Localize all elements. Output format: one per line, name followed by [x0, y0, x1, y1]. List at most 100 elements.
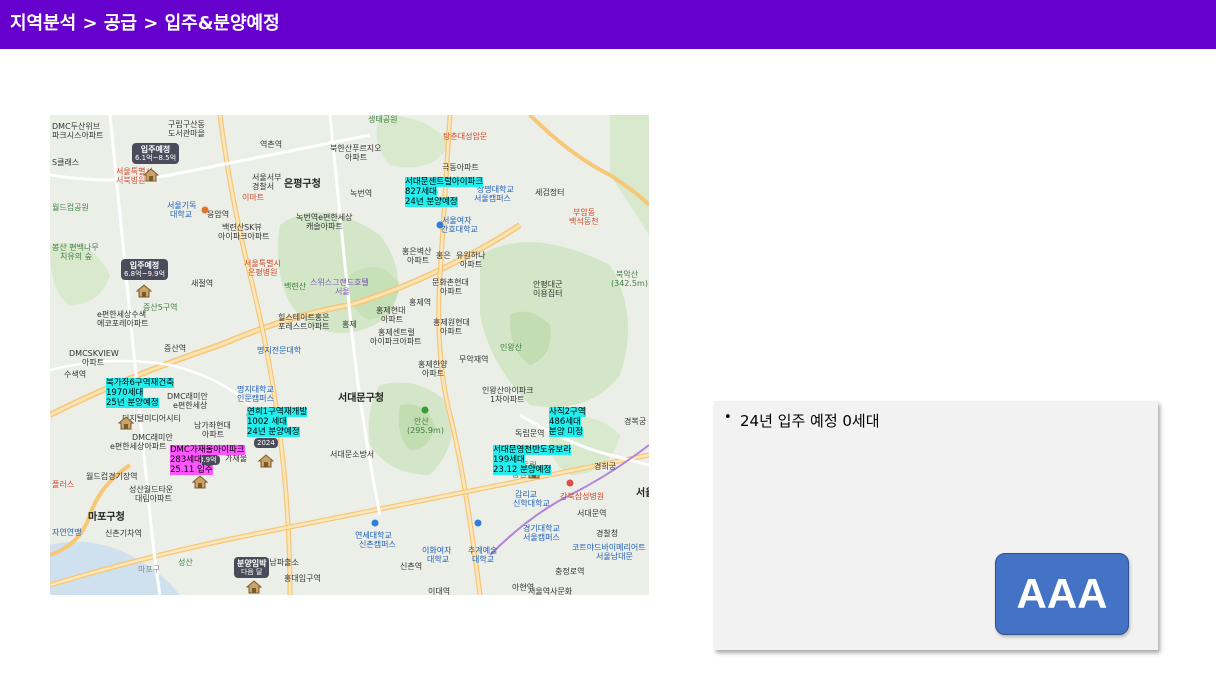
map-label: 코트야드바이메리어트: [572, 543, 646, 552]
apartment-icon[interactable]: [192, 475, 208, 489]
map-label: 명지전문대학: [257, 346, 302, 355]
map-label: 캐슬아파트: [306, 222, 343, 231]
map-label: 역촌역: [260, 140, 283, 149]
map-label: 명지대학교: [237, 385, 274, 394]
map-label: 포레스트아파트: [278, 322, 330, 331]
map-label: 인왕산: [500, 343, 523, 352]
map-label: 아파트: [440, 327, 463, 336]
map-label: 월드컵공원: [52, 203, 89, 212]
map-label: 서대문소방서: [330, 450, 375, 459]
map-label: 문화촌현대: [432, 278, 469, 287]
pin-title: 입주예정: [140, 145, 171, 154]
map-pin[interactable]: 입주예정 6.1억~8.5억: [132, 143, 180, 164]
pin-title: 입주예정: [129, 261, 160, 270]
map-label: 아이파크아파트: [370, 337, 422, 346]
map-pin[interactable]: 분양임박 다음 달: [234, 557, 270, 578]
project-annotation[interactable]: 연희1구역재개발 1002 세대 24년 분양예정: [247, 407, 308, 437]
annotation-line: 283세대: [170, 455, 202, 465]
map-pin[interactable]: 2024: [254, 438, 278, 448]
apartment-icon[interactable]: [118, 416, 134, 430]
map-label: 간호대학교: [441, 225, 478, 234]
annotation-line: 25.11 입주: [170, 465, 213, 475]
map-label: 생태공원: [368, 115, 398, 124]
map-label: 파크시스아파트: [52, 131, 104, 140]
map-label: 세검정터: [535, 188, 565, 197]
map-label: 추계예술: [468, 546, 498, 555]
map-label: DMCSKVIEW: [69, 349, 119, 358]
map-label: 신학대학교: [513, 499, 550, 508]
map-label: 북악산: [616, 270, 639, 279]
map-label: 이마트: [242, 193, 265, 202]
map-label: 경기대학교: [523, 524, 560, 533]
map-label: 홍제역: [409, 298, 432, 307]
map-label: 홍은벽산: [402, 247, 432, 256]
map-label: 남가좌현대: [194, 421, 231, 430]
map-label: 서북병원: [116, 176, 146, 185]
apartment-icon[interactable]: [136, 284, 152, 298]
map-label: 서울역사문화: [528, 587, 573, 595]
map-label: 성산: [178, 558, 193, 567]
map-label: 안산: [414, 417, 429, 426]
bullet: •: [724, 410, 732, 425]
map-label: 서울여자: [442, 216, 472, 225]
map-label: 강북삼성병원: [560, 492, 605, 501]
map-label: 북한산푸르지오: [330, 144, 382, 153]
pin-title: 분양임박: [237, 559, 267, 568]
map-label: 아파트: [440, 287, 463, 296]
map-label: e편한세상수색: [97, 310, 147, 319]
map-label: 월드컵경기장역: [86, 472, 138, 481]
annotation-line: 분양 미정: [549, 427, 583, 437]
map-label: 서울기독: [167, 201, 197, 210]
aaa-button[interactable]: AAA: [995, 553, 1129, 635]
map-label: 무악재역: [459, 355, 489, 364]
map-label: 자연연맹: [52, 528, 82, 537]
map-label: 새절역: [191, 279, 214, 288]
apartment-icon[interactable]: [258, 454, 274, 468]
map-label: 안평대군: [533, 280, 563, 289]
annotation-line: 사직2구역: [549, 407, 586, 417]
annotation-line: 서대문영천반도유보라: [493, 445, 572, 455]
map-label: 신촌기차역: [105, 529, 142, 538]
map-label: 서울캠퍼스: [523, 533, 560, 542]
map-label: e편한세상: [173, 401, 208, 410]
map-label: 홍제원현대: [433, 318, 470, 327]
map-label: 신촌캠퍼스: [359, 540, 396, 549]
map-label: 은평구청: [284, 179, 321, 190]
map-label: DMC두산위브: [52, 122, 101, 131]
project-annotation[interactable]: 북가좌6구역재건축 1970세대 25년 분양예정: [106, 378, 174, 408]
map-label: 독립문역: [515, 429, 545, 438]
map-label: 백석동천: [569, 217, 599, 226]
map-label: 감리교: [515, 490, 538, 499]
map-label: 아파트: [407, 256, 430, 265]
map-label: 인왕산아이파크: [482, 386, 534, 395]
map-label: 증산5구역: [143, 303, 178, 312]
project-annotation[interactable]: 사직2구역 486세대 분양 미정: [549, 407, 586, 437]
map-label: 응암역: [207, 210, 230, 219]
map-label: 아파트: [82, 358, 105, 367]
map-label: 서울: [335, 287, 350, 296]
map-label: 아파트: [202, 430, 225, 439]
map-label: 성산월드타운: [129, 485, 174, 494]
annotation-line: 199세대: [493, 455, 525, 465]
project-annotation[interactable]: 서대문영천반도유보라 199세대 23.12 분양예정: [493, 445, 572, 475]
map-label: 증산역: [164, 344, 187, 353]
map-label: 인문캠퍼스: [237, 394, 274, 403]
map-label: 서대문구청: [338, 393, 384, 404]
map-label: 치유의 숲: [60, 252, 92, 261]
map-pin[interactable]: 입주예정 6.8억~9.9억: [121, 259, 169, 280]
project-annotation[interactable]: 서대문센트럴아이파크 827세대 24년 분양예정: [405, 177, 484, 207]
project-annotation[interactable]: DMC가재울아이파크 283세대 25.11 입주: [170, 445, 245, 475]
apartment-icon[interactable]: [246, 580, 262, 594]
map-label: 이대역: [428, 587, 451, 595]
map-label: 유원하나: [456, 251, 486, 260]
map-label: 아파트: [345, 153, 368, 162]
map-label: 대학교: [427, 555, 450, 564]
map-label: 대림아파트: [135, 494, 172, 503]
map-label: 탕춘대성암문: [443, 132, 488, 141]
map-view[interactable]: DMC두산위브 파크시스아파트 구립구산동 도서관마을 역촌역 생태공원 탕춘대…: [50, 115, 649, 595]
map-label: 도서관마을: [168, 129, 205, 138]
pin-sub: 6.8억~9.9억: [124, 270, 166, 278]
map-label: 마포구: [138, 565, 161, 574]
map-label: 서울특별시: [244, 259, 281, 268]
apartment-icon[interactable]: [143, 168, 159, 182]
